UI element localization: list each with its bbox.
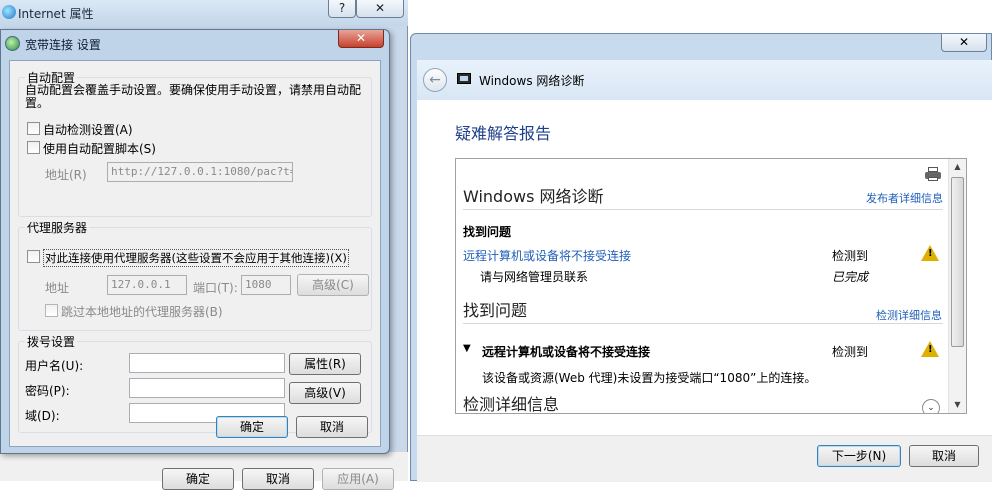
proxy-server-group: 代理服务器 对此连接使用代理服务器(这些设置不会应用于其他连接)(X) 地址 1… xyxy=(18,219,372,331)
username-label: 用户名(U): xyxy=(25,359,84,373)
proxy-advanced-button[interactable]: 高级(C) xyxy=(297,274,369,296)
cancel-button[interactable]: 取消 xyxy=(909,445,979,467)
close-button[interactable]: ✕ xyxy=(356,0,404,18)
scroll-thumb[interactable] xyxy=(951,177,964,347)
domain-label: 域(D): xyxy=(25,409,60,423)
network-globe-icon xyxy=(5,36,20,51)
section-divider-2 xyxy=(463,323,943,324)
scroll-down-icon[interactable]: ▼ xyxy=(949,397,966,413)
dialog-close-button[interactable]: ✕ xyxy=(338,30,384,48)
close-button[interactable]: ✕ xyxy=(941,34,987,52)
internet-properties-title: Internet 属性 xyxy=(18,7,94,21)
issue-detail: 该设备或资源(Web 代理)未设置为接受端口“1080”上的连接。 xyxy=(482,371,817,385)
proxy-port-field[interactable]: 1080 xyxy=(241,275,291,295)
issue-expanded-title[interactable]: 远程计算机或设备将不接受连接 xyxy=(482,343,650,360)
report-title: 疑难解答报告 xyxy=(455,124,552,143)
proxy-address-field[interactable]: 127.0.0.1 xyxy=(107,275,187,295)
warning-icon-2: ! xyxy=(921,341,939,357)
warning-icon: ! xyxy=(921,245,939,261)
internet-properties-titlebar: Internet 属性 ? ✕ xyxy=(0,0,408,26)
expand-triangle-icon[interactable]: ▼ xyxy=(463,343,471,354)
apply-button[interactable]: 应用(A) xyxy=(322,468,394,490)
password-label: 密码(P): xyxy=(25,384,70,398)
auto-detect-label[interactable]: 自动检测设置(A) xyxy=(43,121,133,138)
internet-globe-icon xyxy=(2,5,16,19)
password-field[interactable] xyxy=(129,378,285,398)
help-button[interactable]: ? xyxy=(328,0,356,18)
detection-details-heading: 检测详细信息 xyxy=(463,395,560,414)
dialog-ok-button[interactable]: 确定 xyxy=(216,416,288,438)
diagnostics-footer: 下一步(N) 取消 xyxy=(417,435,992,482)
section-divider xyxy=(463,209,943,210)
broadband-settings-dialog: 宽带连接 设置 ✕ 自动配置 自动配置会覆盖手动设置。要确保使用手动设置，请禁用… xyxy=(0,29,390,454)
chevron-down-icon[interactable]: ⌄ xyxy=(922,399,940,413)
next-button[interactable]: 下一步(N) xyxy=(817,445,901,467)
dialog-cancel-button[interactable]: 取消 xyxy=(296,416,368,438)
network-diagnostics-icon xyxy=(457,73,471,84)
detection-details-link[interactable]: 检测详细信息 xyxy=(876,307,942,323)
found-issues-heading: 找到问题 xyxy=(463,225,512,239)
diagnostics-title: Windows 网络诊断 xyxy=(479,74,585,88)
printer-icon[interactable] xyxy=(925,167,941,181)
auto-detect-checkbox[interactable] xyxy=(27,122,40,135)
broadband-dialog-titlebar: 宽带连接 设置 ✕ xyxy=(1,30,389,58)
dialup-properties-button[interactable]: 属性(R) xyxy=(289,353,361,375)
report-panel: Windows 网络诊断 发布者详细信息 找到问题 远程计算机或设备将不接受连接… xyxy=(455,158,967,414)
publisher-details-link[interactable]: 发布者详细信息 xyxy=(866,190,943,206)
auto-config-group: 自动配置 自动配置会覆盖手动设置。要确保使用手动设置，请禁用自动配置。 自动检测… xyxy=(18,69,372,217)
diagnostics-header: ← Windows 网络诊断 xyxy=(417,60,992,100)
broadband-dialog-title: 宽带连接 设置 xyxy=(25,38,101,52)
issue-status: 检测到 xyxy=(832,249,869,263)
use-script-label[interactable]: 使用自动配置脚本(S) xyxy=(43,140,156,157)
use-proxy-label[interactable]: 对此连接使用代理服务器(这些设置不会应用于其他连接)(X) xyxy=(43,249,349,267)
dialup-group-label: 拨号设置 xyxy=(25,333,78,350)
auto-config-description: 自动配置会覆盖手动设置。要确保使用手动设置，请禁用自动配置。 xyxy=(25,83,362,110)
script-address-field[interactable]: http://127.0.0.1:1080/pac?t=20 xyxy=(107,162,293,182)
diagnostics-body: 疑难解答报告 Windows 网络诊断 发布者详细信息 找到问题 远程计算机或设… xyxy=(417,100,992,435)
proxy-port-label: 端口(T): xyxy=(193,281,238,295)
use-proxy-checkbox[interactable] xyxy=(27,250,40,263)
proxy-group-label: 代理服务器 xyxy=(25,219,90,236)
broadband-dialog-content: 自动配置 自动配置会覆盖手动设置。要确保使用手动设置，请禁用自动配置。 自动检测… xyxy=(9,60,381,447)
ok-button[interactable]: 确定 xyxy=(162,468,234,490)
cancel-button[interactable]: 取消 xyxy=(242,468,314,490)
found-issues-heading-2: 找到问题 xyxy=(463,301,528,320)
dialup-advanced-button[interactable]: 高级(V) xyxy=(289,382,361,404)
use-script-checkbox[interactable] xyxy=(27,141,40,154)
vertical-scrollbar[interactable]: ▲ ▼ xyxy=(948,159,966,413)
bypass-local-checkbox[interactable] xyxy=(45,304,58,317)
back-button[interactable]: ← xyxy=(423,68,447,92)
internet-properties-footer: 确定 取消 应用(A) xyxy=(0,452,408,490)
proxy-address-label: 地址 xyxy=(45,281,70,295)
report-section-title: Windows 网络诊断 xyxy=(463,187,604,206)
issue-link[interactable]: 远程计算机或设备将不接受连接 xyxy=(463,247,631,264)
bypass-local-label[interactable]: 跳过本地地址的代理服务器(B) xyxy=(61,303,223,320)
issue-expanded-status: 检测到 xyxy=(832,345,869,359)
username-field[interactable] xyxy=(129,353,285,373)
scroll-up-icon[interactable]: ▲ xyxy=(949,159,966,175)
issue-action: 请与网络管理员联系 xyxy=(480,270,589,284)
network-diagnostics-window: ✕ ← Windows 网络诊断 疑难解答报告 Windows 网络诊断 发布者… xyxy=(410,33,992,482)
script-address-label: 地址(R) xyxy=(45,168,87,182)
issue-action-status: 已完成 xyxy=(832,270,869,284)
